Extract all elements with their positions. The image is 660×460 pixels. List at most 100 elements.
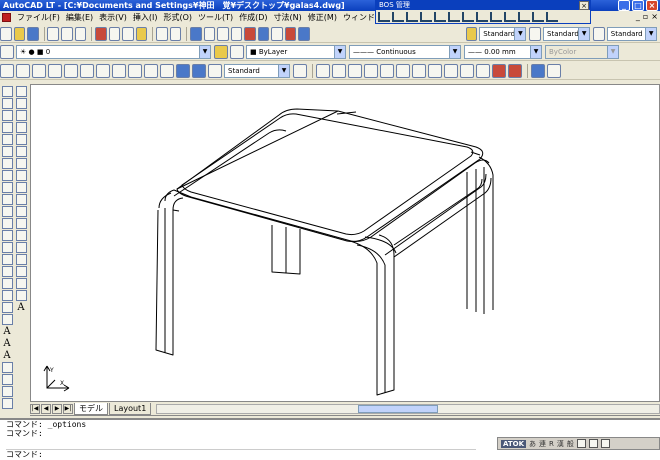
gradient-icon[interactable] bbox=[15, 266, 27, 277]
explode-icon[interactable] bbox=[1, 266, 13, 277]
dimension-update-icon[interactable] bbox=[208, 63, 222, 78]
bos-tool-6-icon[interactable] bbox=[448, 12, 460, 22]
angular-dimension-icon[interactable] bbox=[80, 63, 94, 78]
line-icon[interactable] bbox=[15, 86, 27, 97]
snap-center-icon[interactable] bbox=[396, 63, 410, 78]
fillet-icon[interactable] bbox=[1, 254, 13, 265]
doc-minimize-button[interactable]: _ bbox=[636, 12, 640, 21]
snap-perpendicular-icon[interactable] bbox=[444, 63, 458, 78]
ime-mode-5[interactable]: 般 bbox=[567, 439, 574, 449]
save-icon[interactable] bbox=[27, 26, 39, 41]
bos-tool-2-icon[interactable] bbox=[392, 12, 404, 22]
doc-restore-button[interactable]: ▫ bbox=[643, 12, 648, 21]
snap-extension-icon[interactable] bbox=[380, 63, 394, 78]
document-icon[interactable] bbox=[2, 13, 11, 22]
match-properties-icon[interactable] bbox=[135, 26, 148, 41]
bos-tool-12-icon[interactable] bbox=[532, 12, 544, 22]
rotate-icon[interactable] bbox=[1, 158, 13, 169]
menu-file[interactable]: ファイル(F) bbox=[14, 12, 63, 23]
menu-tools[interactable]: ツール(T) bbox=[195, 12, 236, 23]
snap-intersection-icon[interactable] bbox=[348, 63, 362, 78]
zoom-window-icon[interactable] bbox=[217, 26, 229, 41]
doc-close-button[interactable]: × bbox=[651, 12, 658, 21]
find-text-icon[interactable] bbox=[1, 362, 13, 373]
text-a-italic-icon[interactable]: A bbox=[3, 350, 10, 361]
tool-palettes-icon[interactable] bbox=[271, 26, 283, 41]
join-icon[interactable] bbox=[1, 230, 13, 241]
bos-tool-7-icon[interactable] bbox=[462, 12, 474, 22]
menu-view[interactable]: 表示(V) bbox=[96, 12, 130, 23]
layer-select[interactable]: ☀ ● ■ 0 ▼ bbox=[16, 44, 211, 59]
layer-manager-icon[interactable] bbox=[0, 44, 14, 59]
revcloud-icon[interactable] bbox=[15, 170, 27, 181]
extend-icon[interactable] bbox=[1, 206, 13, 217]
snap-endpoint-icon[interactable] bbox=[316, 63, 330, 78]
ime-mode-3[interactable]: R bbox=[549, 440, 554, 448]
bos-tool-9-icon[interactable] bbox=[490, 12, 502, 22]
plot-icon[interactable] bbox=[47, 26, 60, 41]
snap-tangent-icon[interactable] bbox=[428, 63, 442, 78]
properties-icon[interactable] bbox=[244, 26, 256, 41]
redo-icon[interactable] bbox=[169, 26, 182, 41]
scale-text-icon[interactable] bbox=[1, 386, 13, 397]
tab-model[interactable]: モデル bbox=[74, 402, 108, 415]
make-current-layer-icon[interactable] bbox=[214, 44, 228, 59]
ime-name[interactable]: ATOK bbox=[501, 439, 527, 448]
snap-apparent-icon[interactable] bbox=[364, 63, 378, 78]
linear-dimension-icon[interactable] bbox=[0, 63, 14, 78]
maximize-button[interactable]: □ bbox=[632, 0, 644, 11]
offset-icon[interactable] bbox=[1, 122, 13, 133]
minimize-button[interactable]: _ bbox=[618, 0, 630, 11]
viewport-dialog-icon[interactable] bbox=[547, 63, 561, 78]
chevron-down-icon[interactable]: ▼ bbox=[278, 64, 289, 77]
spell-icon[interactable] bbox=[1, 374, 13, 385]
arc-icon[interactable] bbox=[15, 146, 27, 157]
markup-icon[interactable] bbox=[284, 26, 297, 41]
plot-preview-icon[interactable] bbox=[61, 26, 73, 41]
ime-mode-2[interactable]: 連 bbox=[539, 439, 546, 449]
hatch-icon[interactable] bbox=[15, 254, 27, 265]
chevron-down-icon[interactable]: ▼ bbox=[449, 45, 460, 58]
pan-icon[interactable] bbox=[189, 26, 202, 41]
new-icon[interactable] bbox=[0, 26, 12, 41]
erase-icon[interactable] bbox=[1, 86, 13, 97]
array-icon[interactable] bbox=[1, 134, 13, 145]
mtext-icon[interactable]: A bbox=[17, 302, 24, 313]
break-icon[interactable] bbox=[1, 218, 13, 229]
polygon-icon[interactable] bbox=[15, 122, 27, 133]
zoom-realtime-icon[interactable] bbox=[203, 26, 216, 41]
bos-tool-4-icon[interactable] bbox=[420, 12, 432, 22]
dimension-style-select[interactable]: Standard ▼ bbox=[543, 26, 591, 41]
circle-icon[interactable] bbox=[15, 158, 27, 169]
snap-node-icon[interactable] bbox=[476, 63, 490, 78]
table-icon[interactable] bbox=[15, 290, 27, 301]
menu-format[interactable]: 形式(O) bbox=[160, 12, 195, 23]
move-icon[interactable] bbox=[1, 146, 13, 157]
aligned-dimension-icon[interactable] bbox=[16, 63, 30, 78]
drawing-canvas[interactable]: Y X bbox=[30, 84, 660, 402]
stretch-icon[interactable] bbox=[1, 182, 13, 193]
tab-next-button[interactable]: ▶ bbox=[52, 403, 62, 414]
snap-midpoint-icon[interactable] bbox=[332, 63, 346, 78]
polyline-icon[interactable] bbox=[15, 110, 27, 121]
leader-icon[interactable] bbox=[128, 63, 142, 78]
tab-prev-button[interactable]: ◀ bbox=[41, 403, 51, 414]
dimension-style-select-2[interactable]: Standard ▼ bbox=[224, 63, 290, 78]
dimension-text-edit-icon[interactable] bbox=[192, 63, 206, 78]
table-style-select[interactable]: Standard ▼ bbox=[606, 26, 658, 41]
snap-none-icon[interactable] bbox=[508, 63, 522, 78]
snap-quadrant-icon[interactable] bbox=[412, 63, 426, 78]
diameter-dimension-icon[interactable] bbox=[64, 63, 78, 78]
layer-previous-icon[interactable] bbox=[230, 44, 244, 59]
zoom-previous-icon[interactable] bbox=[230, 26, 243, 41]
match-icon[interactable] bbox=[1, 302, 13, 313]
ime-help-icon[interactable] bbox=[600, 439, 610, 448]
continue-dimension-icon[interactable] bbox=[112, 63, 126, 78]
snap-nearest-icon[interactable] bbox=[492, 63, 506, 78]
design-center-icon[interactable] bbox=[257, 26, 270, 41]
ellipse-icon[interactable] bbox=[15, 194, 27, 205]
chevron-down-icon[interactable]: ▼ bbox=[199, 45, 210, 58]
ime-mode-1[interactable]: あ bbox=[529, 439, 536, 449]
scrollbar-thumb[interactable] bbox=[357, 404, 438, 413]
dimension-edit-icon[interactable] bbox=[176, 63, 190, 78]
